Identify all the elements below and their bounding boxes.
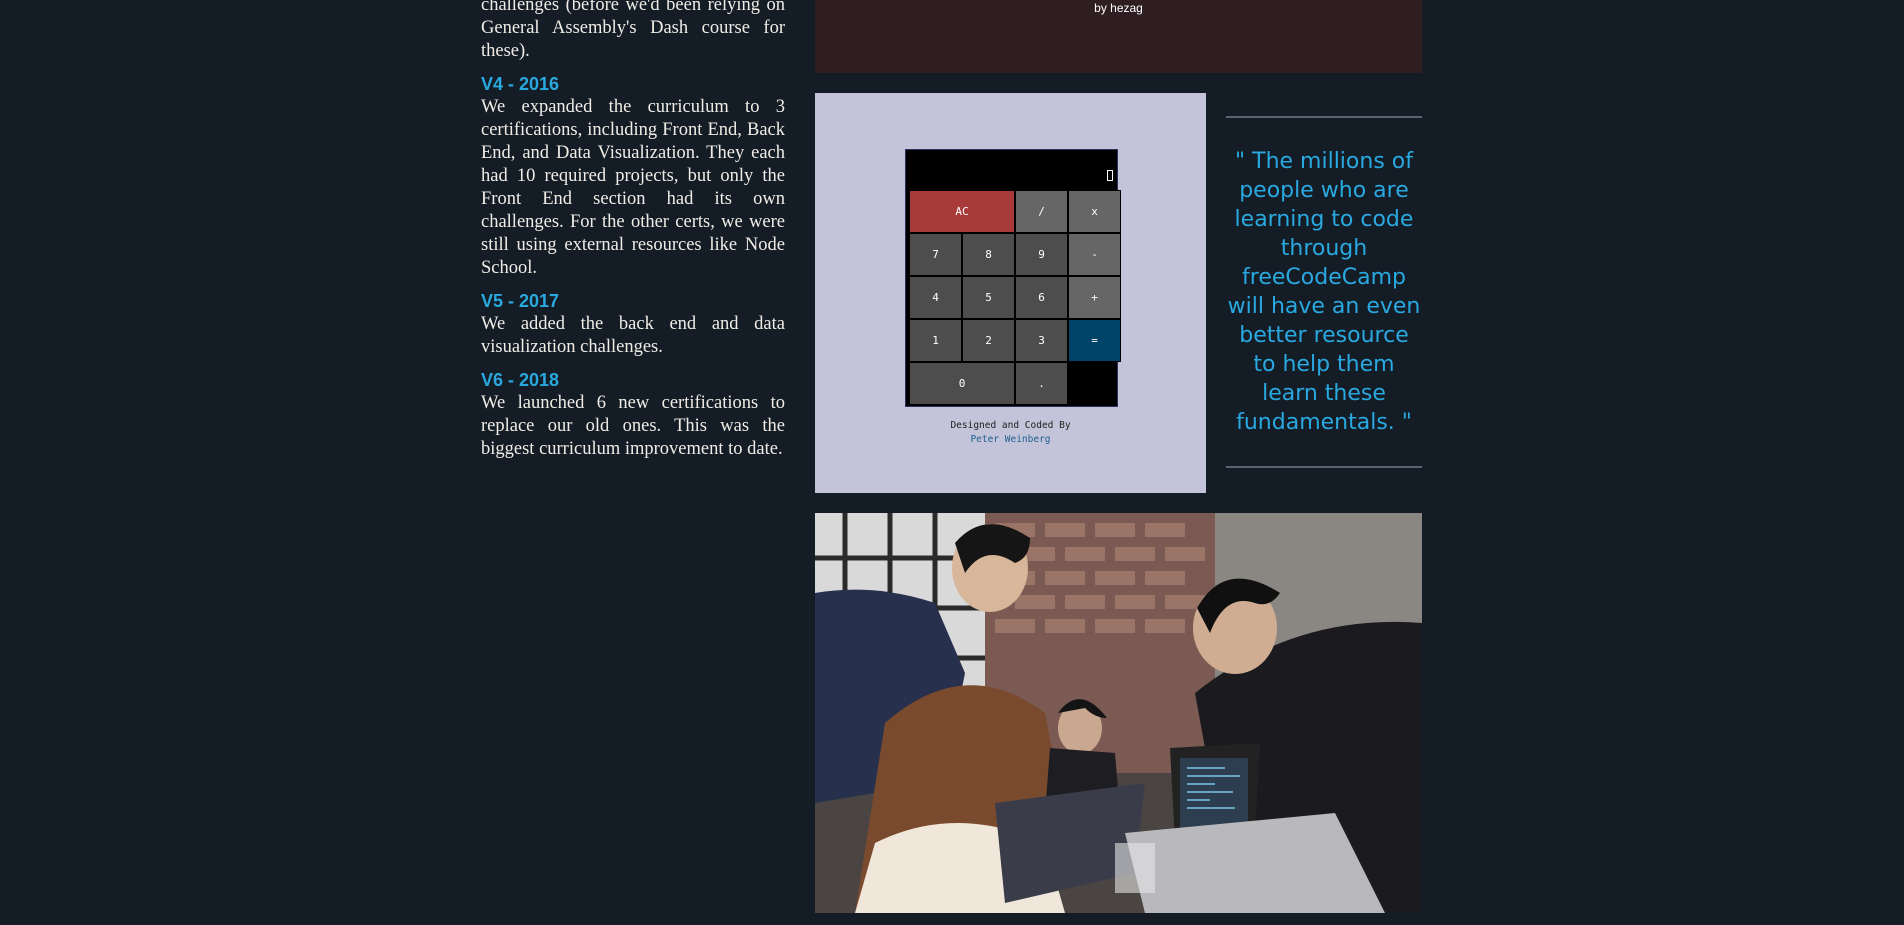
four-button[interactable]: 4 xyxy=(909,276,962,319)
minus-button[interactable]: - xyxy=(1068,233,1121,276)
quote-text: " The millions of people who are learnin… xyxy=(1227,149,1421,435)
calculator-credit-line: Designed and Coded By xyxy=(950,420,1071,431)
history-column: challenges (before we'd been relying on … xyxy=(481,0,785,461)
paragraph-v5: We added the back end and data visualiza… xyxy=(481,314,785,357)
clear-button[interactable]: AC xyxy=(909,190,1015,233)
paragraph-v6: We launched 6 new certifications to repl… xyxy=(481,393,785,459)
project-credit: by hezag xyxy=(1094,1,1143,15)
calculator-panel: AC / x 7 8 9 - 4 5 6 + 1 2 3 = 0 . Desig… xyxy=(815,93,1206,493)
intro-paragraph: challenges (before we'd been relying on … xyxy=(481,0,785,61)
coding-group-photo xyxy=(815,513,1422,913)
calculator-author-link[interactable]: Peter Weinberg xyxy=(815,433,1206,447)
calculator-display xyxy=(906,150,1117,184)
six-button[interactable]: 6 xyxy=(1015,276,1068,319)
equals-button[interactable]: = xyxy=(1068,319,1121,362)
heading-v4: V4 - 2016 xyxy=(481,74,560,94)
nine-button[interactable]: 9 xyxy=(1015,233,1068,276)
pull-quote: " The millions of people who are learnin… xyxy=(1226,116,1422,468)
display-cursor xyxy=(1107,170,1113,181)
five-button[interactable]: 5 xyxy=(962,276,1015,319)
photo-illustration xyxy=(815,513,1422,913)
plus-button[interactable]: + xyxy=(1068,276,1121,319)
three-button[interactable]: 3 xyxy=(1015,319,1068,362)
zero-button[interactable]: 0 xyxy=(909,362,1015,405)
top-project-panel: by hezag xyxy=(815,0,1422,73)
multiply-button[interactable]: x xyxy=(1068,190,1121,233)
seven-button[interactable]: 7 xyxy=(909,233,962,276)
calculator-credit: Designed and Coded By Peter Weinberg xyxy=(815,419,1206,447)
calculator-keypad: AC / x 7 8 9 - 4 5 6 + 1 2 3 = 0 . xyxy=(909,190,1121,405)
heading-v5: V5 - 2017 xyxy=(481,291,560,311)
paragraph-v4: We expanded the curriculum to 3 certific… xyxy=(481,97,785,278)
decimal-button[interactable]: . xyxy=(1015,362,1068,405)
two-button[interactable]: 2 xyxy=(962,319,1015,362)
eight-button[interactable]: 8 xyxy=(962,233,1015,276)
one-button[interactable]: 1 xyxy=(909,319,962,362)
divide-button[interactable]: / xyxy=(1015,190,1068,233)
calculator: AC / x 7 8 9 - 4 5 6 + 1 2 3 = 0 . xyxy=(905,149,1121,407)
heading-v6: V6 - 2018 xyxy=(481,370,560,390)
